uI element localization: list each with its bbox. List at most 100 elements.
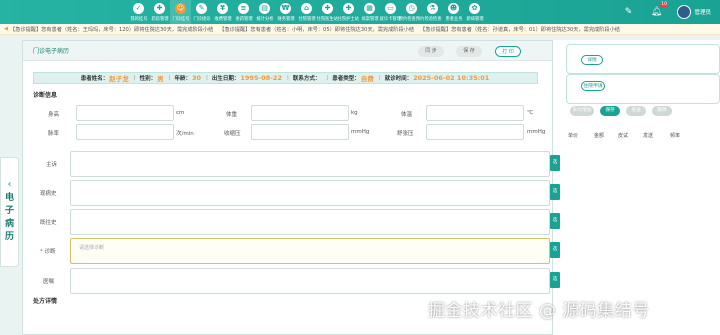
- top-nav-bar: ✓ 我的挂号 ✚ 药房管理 ☺ 门诊挂号 ✎ 门诊接诊 ¥ 收费管理 ≡ 进药管理 ▤ 统计分析 ₩ 财务管理…: [0, 0, 720, 24]
- nav-item-label: 统计分析: [255, 17, 274, 22]
- nav-item-label: 我的挂号: [129, 17, 148, 22]
- nav-item-label: 病案管理: [360, 17, 379, 22]
- temperature-input[interactable]: [426, 105, 524, 121]
- diastolic-input[interactable]: [426, 124, 524, 140]
- patient-type: 自费: [360, 75, 374, 83]
- nav-icon: ✚: [154, 3, 165, 14]
- present-select-button[interactable]: 选: [550, 184, 560, 200]
- nav-icon: ⌂: [301, 3, 312, 14]
- nav-item[interactable]: ✓ 我的挂号: [128, 0, 149, 24]
- nav-item[interactable]: ✚ 药房管理: [149, 0, 170, 24]
- present-history-field[interactable]: [70, 180, 550, 206]
- nav-icon: ⚗: [427, 3, 438, 14]
- side-tab-label: 电子病历: [4, 193, 14, 242]
- detail-button[interactable]: 详情: [581, 55, 603, 65]
- nav-item[interactable]: ✚ 住院护士站: [338, 0, 359, 24]
- past-history-field[interactable]: [70, 209, 550, 235]
- contact-label: 联系方式：: [292, 76, 321, 82]
- megaphone-icon: ◀: [4, 26, 8, 32]
- height-label: 身高: [48, 112, 60, 118]
- nav-item[interactable]: ⌂ 住院管理: [296, 0, 317, 24]
- nav-item[interactable]: ▤ 统计分析: [254, 0, 275, 24]
- tab-delete[interactable]: 删除: [652, 106, 672, 116]
- nav-item[interactable]: ☺ 门诊挂号: [170, 0, 191, 24]
- diagnosis-select[interactable]: 请选择诊断: [70, 238, 550, 264]
- nav-icon: ₩: [280, 3, 291, 14]
- patient-gender: 男: [157, 75, 164, 83]
- medical-advice-label: 医嘱: [43, 279, 55, 285]
- column-header: 发送: [643, 133, 654, 139]
- patient-name-label: 患者姓名：: [80, 76, 109, 82]
- weight-unit: kg: [351, 110, 358, 116]
- save-button[interactable]: 保 存: [456, 46, 482, 57]
- nav-item-label: 住院护士站: [337, 17, 360, 22]
- nav-icon: ✎: [196, 3, 207, 14]
- edit-icon[interactable]: ✎: [621, 5, 635, 19]
- nav-item[interactable]: ⚗ 检验检查: [422, 0, 443, 24]
- modal-title: 门诊电子病历: [33, 48, 70, 55]
- print-button[interactable]: 打 印: [495, 46, 521, 57]
- nav-item-label: 进药管理: [234, 17, 253, 22]
- systolic-label: 收缩压: [224, 131, 241, 137]
- weight-input[interactable]: [251, 105, 349, 121]
- tab-unpaid[interactable]: 未付增加: [570, 106, 594, 116]
- complaint-select-button[interactable]: 选: [550, 155, 560, 171]
- inpatient-apply-button[interactable]: 住院申请: [581, 81, 605, 91]
- avatar[interactable]: [677, 5, 692, 19]
- brand-area: [0, 0, 128, 24]
- nav-item[interactable]: ◷ 预约检查预约: [399, 0, 424, 24]
- column-header: 单价: [568, 133, 579, 139]
- diagnosis-placeholder: 请选择诊断: [79, 245, 105, 251]
- ticker-item[interactable]: 【急诊提醒】您有患者（姓名：王玛玛，床号：120）即将住院达30天，需完成阶段小…: [10, 26, 213, 33]
- diagnosis-select-button[interactable]: 选: [550, 242, 560, 258]
- visit-time: 2025-06-02 10:35:01: [413, 74, 490, 82]
- patient-name: 赵子龙: [109, 75, 129, 83]
- tab-send[interactable]: 发送: [626, 106, 646, 116]
- sync-button[interactable]: 同 步: [418, 46, 444, 57]
- height-input[interactable]: [76, 105, 174, 121]
- notification-badge: 10: [659, 2, 669, 8]
- emr-side-tab[interactable]: ‹ 电子病历: [0, 157, 19, 267]
- past-select-button[interactable]: 选: [550, 213, 560, 229]
- nav-item[interactable]: ₩ 财务管理: [275, 0, 296, 24]
- bell-icon[interactable]: 🔔︎ 10: [649, 2, 669, 19]
- pulse-input[interactable]: [76, 124, 174, 140]
- ticker-item[interactable]: 【急诊提醒】您有患者（姓名：孙道真，床号：01）即将住院达30天，需完成阶段小结: [420, 26, 620, 33]
- background-tabs: 未付增加 保存 发送 删除: [566, 106, 720, 116]
- chief-complaint-field[interactable]: [70, 151, 550, 177]
- nav-item[interactable]: ✿ 新病管理: [464, 0, 485, 24]
- present-history-label: 现病史: [40, 191, 57, 197]
- patient-dob: 1995-08-22: [240, 74, 282, 82]
- column-header: 皮试: [618, 133, 629, 139]
- diastolic-unit: mmHg: [527, 129, 546, 135]
- medical-advice-field[interactable]: [70, 268, 550, 294]
- nav-item-label: 收费管理: [213, 17, 232, 22]
- nav-icon: ✿: [469, 3, 480, 14]
- nav-item[interactable]: ☻ 患者业务: [443, 0, 464, 24]
- nav-item-label: 新病管理: [465, 17, 484, 22]
- dob-label: 出生日期：: [211, 76, 240, 82]
- ticker-item[interactable]: 【急诊提醒】您有患者（姓名：小明，床号：05）即将住院达30天，需完成阶段小结: [219, 26, 414, 33]
- advice-select-button[interactable]: 选: [550, 272, 560, 288]
- user-name[interactable]: 管理员: [694, 8, 711, 16]
- nav-item[interactable]: ✎ 门诊接诊: [191, 0, 212, 24]
- height-unit: cm: [176, 110, 185, 116]
- nav-item[interactable]: ¥ 收费管理: [212, 0, 233, 24]
- nav-item[interactable]: ✚ 住院医生站: [317, 0, 338, 24]
- diastolic-label: 舒张压: [397, 131, 414, 137]
- nav-item[interactable]: ≡ 进药管理: [233, 0, 254, 24]
- nav-icon: ✓: [133, 3, 144, 14]
- column-header: 金额: [594, 133, 605, 139]
- patient-type-label: 患者类型：: [332, 76, 360, 82]
- top-right-tools: ✎ 🔔︎ 10 管理员: [621, 0, 720, 24]
- modal-header: 门诊电子病历 同 步 保 存 打 印: [23, 41, 552, 61]
- nav-item[interactable]: ▦ 病案管理: [359, 0, 380, 24]
- chevron-left-icon: ‹: [7, 179, 12, 190]
- nav-item-label: 门诊挂号: [171, 17, 190, 22]
- systolic-input[interactable]: [251, 124, 349, 140]
- tab-save[interactable]: 保存: [600, 106, 620, 116]
- gender-label: 性别：: [139, 76, 157, 82]
- chief-complaint-label: 主诉: [46, 162, 58, 168]
- diagnosis-label: * 诊断: [40, 249, 56, 255]
- prescription-section-title: 处方详情: [33, 298, 58, 305]
